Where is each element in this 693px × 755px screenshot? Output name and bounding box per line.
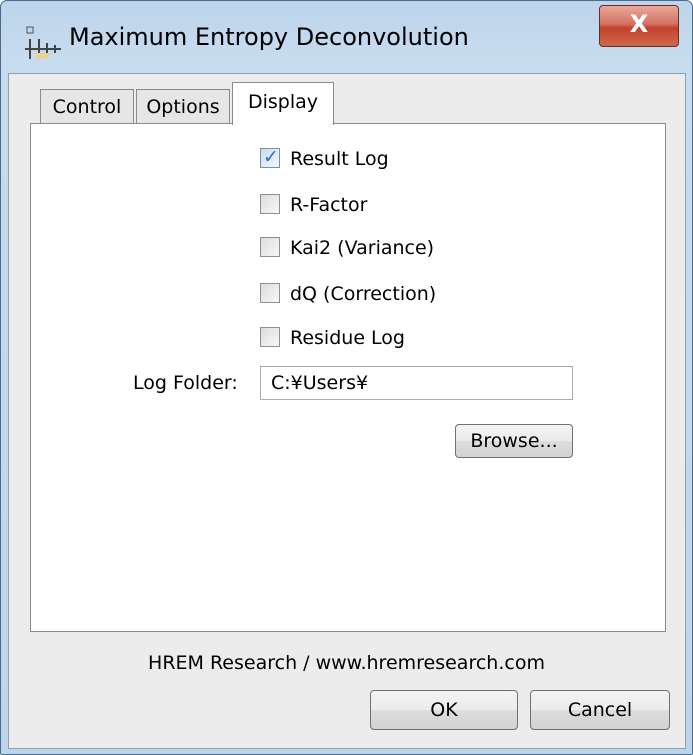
residue-log-label: Residue Log xyxy=(290,327,405,349)
browse-button[interactable]: Browse... xyxy=(455,424,573,458)
residue-log-box[interactable] xyxy=(260,327,280,347)
result-log-box[interactable]: ✓ xyxy=(260,146,280,168)
r-factor-label: R-Factor xyxy=(290,194,368,216)
kai2-box[interactable] xyxy=(260,237,280,257)
credit-text: HREM Research / www.hremresearch.com xyxy=(148,652,545,674)
check-icon: ✓ xyxy=(263,146,279,168)
cancel-button[interactable]: Cancel xyxy=(530,690,670,730)
dq-label: dQ (Correction) xyxy=(290,283,437,305)
r-factor-box[interactable] xyxy=(260,194,280,214)
dq-box[interactable] xyxy=(260,283,280,303)
ok-button[interactable]: OK xyxy=(370,690,518,730)
result-log-label: Result Log xyxy=(290,148,389,170)
log-folder-input[interactable]: C:¥Users¥ xyxy=(260,366,573,400)
kai2-label: Kai2 (Variance) xyxy=(290,237,435,259)
log-folder-label: Log Folder: xyxy=(133,372,238,394)
